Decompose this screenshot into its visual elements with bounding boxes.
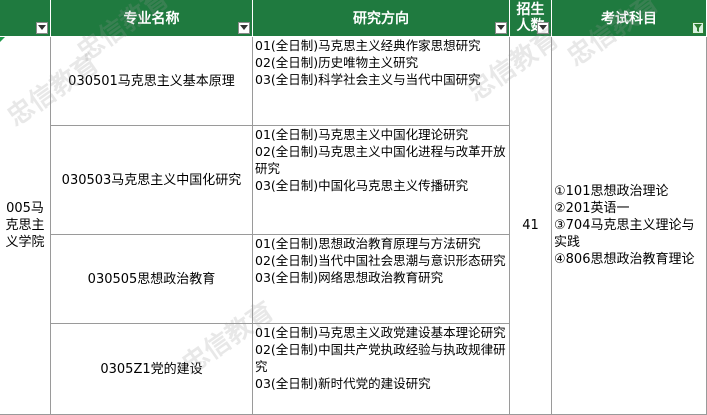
major-cell: 030501马克思主义基本原理: [51, 37, 253, 126]
research-direction: 01(全日制)马克思主义政党建设基本理论研究: [255, 325, 506, 340]
enrollment-cell: 41: [510, 37, 552, 415]
dropdown-arrow-icon: [539, 25, 547, 30]
major-filter-button[interactable]: [238, 22, 250, 34]
research-direction: 03(全日制)科学社会主义与当代中国研究: [255, 72, 481, 87]
research-direction: 01(全日制)马克思主义经典作家思想研究: [255, 38, 481, 53]
exam-subject: ②201英语一: [554, 201, 630, 216]
college-name: 005马克思主义学院: [5, 201, 45, 250]
header-research-label: 研究方向: [353, 11, 409, 27]
header-research-direction: 研究方向: [253, 0, 510, 37]
college-cell: 005马克思主义学院: [0, 37, 51, 415]
research-cell: 01(全日制)马克思主义中国化理论研究 02(全日制)马克思主义中国化进程与改革…: [253, 126, 510, 235]
major-name: 030503马克思主义中国化研究: [61, 172, 242, 188]
enrollment-filter-button[interactable]: [537, 22, 549, 34]
exam-subject: ④806思想政治教育理论: [554, 252, 695, 267]
research-direction: 03(全日制)网络思想政治教育研究: [255, 270, 444, 285]
header-exam-subjects: 考试科目: [552, 0, 707, 37]
dropdown-arrow-icon: [38, 25, 46, 30]
spreadsheet-table: 专业名称 研究方向 招生 人数 考试科目 005马克思主义学院 030501马克…: [0, 0, 707, 415]
research-filter-button[interactable]: [495, 22, 507, 34]
research-direction: 02(全日制)中国共产党执政经验与执政规律研究: [255, 342, 506, 374]
cell-note-marker: [0, 37, 5, 42]
research-direction: 03(全日制)新时代党的建设研究: [255, 376, 431, 391]
enrollment-count: 41: [522, 218, 539, 233]
exam-subject: ①101思想政治理论: [554, 184, 669, 199]
major-cell: 030503马克思主义中国化研究: [51, 126, 253, 235]
exam-subject: ③704马克思主义理论与实践: [554, 218, 695, 250]
major-name: 030501马克思主义基本原理: [68, 73, 235, 89]
header-exam-label: 考试科目: [601, 11, 657, 27]
exam-filter-active-button[interactable]: [692, 22, 704, 34]
header-major-name: 专业名称: [51, 0, 253, 37]
research-direction: 02(全日制)当代中国社会思潮与意识形态研究: [255, 253, 506, 268]
research-direction: 01(全日制)思想政治教育原理与方法研究: [255, 236, 481, 251]
dropdown-arrow-icon: [240, 25, 248, 30]
research-direction: 02(全日制)历史唯物主义研究: [255, 55, 419, 70]
dropdown-arrow-icon: [497, 25, 505, 30]
research-direction: 01(全日制)马克思主义中国化理论研究: [255, 127, 469, 142]
research-direction: 03(全日制)中国化马克思主义传播研究: [255, 178, 469, 193]
filter-dropdown-button[interactable]: [36, 22, 48, 34]
research-cell: 01(全日制)马克思主义政党建设基本理论研究 02(全日制)中国共产党执政经验与…: [253, 324, 510, 415]
major-cell: 030505思想政治教育: [51, 235, 253, 324]
research-direction: 02(全日制)马克思主义中国化进程与改革开放研究: [255, 144, 506, 176]
header-major-name-label: 专业名称: [123, 11, 180, 27]
exam-subjects-cell: ①101思想政治理论 ②201英语一 ③704马克思主义理论与实践 ④806思想…: [552, 37, 707, 415]
header-enrollment: 招生 人数: [510, 0, 552, 37]
header-blank-cell: [0, 0, 51, 37]
major-name: 030505思想政治教育: [87, 271, 216, 287]
major-name: 0305Z1党的建设: [100, 361, 203, 377]
research-cell: 01(全日制)思想政治教育原理与方法研究 02(全日制)当代中国社会思潮与意识形…: [253, 235, 510, 324]
filter-funnel-icon: [694, 24, 702, 32]
major-cell: 0305Z1党的建设: [51, 324, 253, 415]
research-cell: 01(全日制)马克思主义经典作家思想研究 02(全日制)历史唯物主义研究 03(…: [253, 37, 510, 126]
header-enrollment-line1: 招生: [516, 2, 545, 18]
